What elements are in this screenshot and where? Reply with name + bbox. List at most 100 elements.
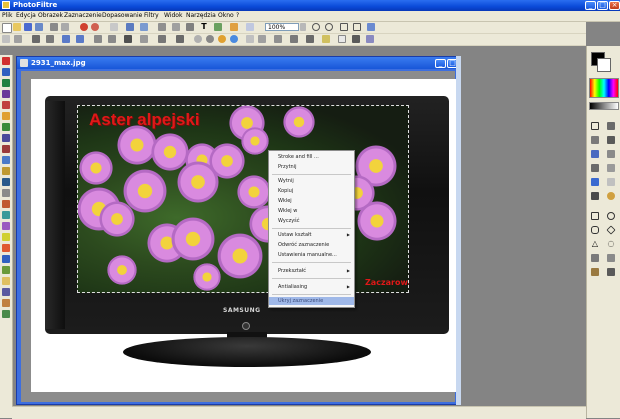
eraser-icon[interactable] — [607, 178, 615, 186]
filter-gray-icon[interactable] — [2, 189, 10, 197]
rounded-rect-icon[interactable] — [591, 226, 599, 234]
vertical-scrollbar[interactable] — [456, 56, 461, 405]
border-icon[interactable] — [158, 35, 166, 43]
grayscale-icon[interactable] — [338, 35, 346, 43]
magic-wand-icon[interactable] — [591, 136, 599, 144]
menu-filtry[interactable]: Filtry — [144, 12, 159, 19]
paste-icon[interactable] — [110, 23, 118, 31]
menu-dopasowanie[interactable]: Dopasowanie — [102, 12, 142, 19]
transform-icon[interactable] — [186, 23, 194, 31]
drop-icon[interactable] — [591, 178, 599, 186]
gradient-icon[interactable] — [607, 254, 615, 262]
filter-violet-icon[interactable] — [2, 222, 10, 230]
sharpen-icon[interactable] — [258, 35, 266, 43]
blur-icon[interactable] — [246, 35, 254, 43]
menu-item-copy[interactable]: Kopiuj — [269, 187, 354, 195]
select-rect-icon[interactable] — [2, 35, 10, 43]
filter-forest-icon[interactable] — [2, 310, 10, 318]
fill-bucket-icon[interactable] — [591, 150, 599, 158]
pointer-tool-icon[interactable] — [591, 122, 599, 130]
fullscreen-icon[interactable] — [367, 23, 375, 31]
menu-item-clear[interactable]: Wyczyść — [269, 217, 354, 225]
filter-red-icon[interactable] — [2, 57, 10, 65]
clone-icon[interactable] — [607, 192, 615, 200]
star-icon[interactable] — [2, 101, 10, 109]
actual-size-icon[interactable] — [353, 23, 361, 31]
rotate-left-icon[interactable] — [94, 35, 102, 43]
menu-item-paste-into[interactable]: Wklej w — [269, 207, 354, 215]
new-file-icon[interactable] — [2, 23, 12, 33]
filter-teal-icon[interactable] — [2, 211, 10, 219]
rotate-right-icon[interactable] — [108, 35, 116, 43]
resize-icon[interactable] — [172, 23, 180, 31]
smudge-icon[interactable] — [607, 164, 615, 172]
rectangle-shape-icon[interactable] — [591, 212, 599, 220]
menu-item-transform[interactable]: Przekształć ▶ — [269, 267, 354, 275]
save-icon[interactable] — [24, 23, 32, 31]
spray-icon[interactable] — [607, 150, 615, 158]
negative-icon[interactable] — [352, 35, 360, 43]
filter-orange-icon[interactable] — [2, 112, 10, 120]
menu-plik[interactable]: Plik — [2, 12, 12, 19]
triangle-shape-icon[interactable]: △ — [591, 240, 599, 248]
maximize-button[interactable]: □ — [597, 1, 608, 10]
crop-icon[interactable] — [158, 23, 166, 31]
pipette-tool-icon[interactable] — [607, 122, 615, 130]
minimize-button[interactable]: _ — [585, 1, 596, 10]
image-canvas[interactable]: Aster alpejski Zaczarowany SAMSUNG — [31, 79, 457, 392]
open-folder-icon[interactable] — [13, 23, 21, 31]
gray-palette[interactable] — [589, 102, 619, 110]
outline-icon[interactable] — [176, 35, 184, 43]
brush-icon[interactable] — [591, 164, 599, 172]
filter-brick-icon[interactable] — [2, 145, 10, 153]
preset-icon[interactable] — [607, 268, 615, 276]
fit-window-icon[interactable] — [340, 23, 348, 31]
align-icon[interactable] — [46, 35, 54, 43]
brightness-icon[interactable] — [194, 35, 202, 43]
menu-zaznaczenie[interactable]: Zaznaczenie — [64, 12, 102, 19]
image-size-icon[interactable] — [126, 23, 134, 31]
rotate-icon[interactable] — [230, 23, 238, 31]
filter-slate-icon[interactable] — [2, 288, 10, 296]
menu-help[interactable]: ? — [236, 12, 239, 19]
saturation-icon[interactable] — [218, 35, 226, 43]
close-button[interactable]: × — [609, 1, 620, 10]
menu-item-invert-selection[interactable]: Odwróć zaznaczenie — [269, 241, 354, 249]
stamp-icon[interactable] — [591, 192, 599, 200]
filter-green-icon[interactable] — [2, 79, 10, 87]
grid-icon[interactable] — [32, 35, 40, 43]
filter-orange2-icon[interactable] — [2, 244, 10, 252]
polygon-icon[interactable] — [591, 254, 599, 262]
redo-icon[interactable] — [91, 23, 99, 31]
selection-marquee[interactable] — [77, 105, 409, 293]
filter-blue-icon[interactable] — [2, 68, 10, 76]
doc-minimize-button[interactable]: _ — [435, 59, 446, 68]
brush-preset-icon[interactable] — [591, 268, 599, 276]
shadow-icon[interactable] — [140, 35, 148, 43]
lasso-icon[interactable]: ◌ — [607, 240, 615, 248]
menu-widok[interactable]: Widok — [164, 12, 182, 19]
filter-leaf-icon[interactable] — [2, 123, 10, 131]
filter-sky-icon[interactable] — [2, 156, 10, 164]
filter-indigo-icon[interactable] — [2, 134, 10, 142]
menu-edycja[interactable]: Edycja — [16, 12, 36, 19]
menu-item-stroke-fill[interactable]: Stroke and fill ... — [269, 153, 354, 161]
select-ellipse-icon[interactable] — [14, 35, 22, 43]
background-color[interactable] — [597, 58, 611, 72]
filter-rust-icon[interactable] — [2, 200, 10, 208]
menu-okno[interactable]: Okno — [218, 12, 234, 19]
effects-icon[interactable] — [366, 35, 374, 43]
filter-sand-icon[interactable] — [2, 277, 10, 285]
zoom-select[interactable]: 100% — [265, 23, 299, 31]
menu-item-antialiasing[interactable]: Antialiasing ▶ — [269, 283, 354, 291]
layer-icon[interactable] — [246, 23, 254, 31]
print-icon[interactable] — [35, 23, 43, 31]
menu-item-manual-settings[interactable]: Ustawienia manualne... — [269, 251, 354, 259]
cut-icon[interactable] — [50, 23, 58, 31]
gamma-icon[interactable] — [230, 35, 238, 43]
chevron-down-icon[interactable] — [300, 23, 306, 31]
noise-icon[interactable] — [274, 35, 282, 43]
filter-mountain-icon[interactable] — [2, 255, 10, 263]
line-tool-icon[interactable] — [607, 136, 615, 144]
menu-narzedzia[interactable]: Narzędzia — [186, 12, 216, 19]
